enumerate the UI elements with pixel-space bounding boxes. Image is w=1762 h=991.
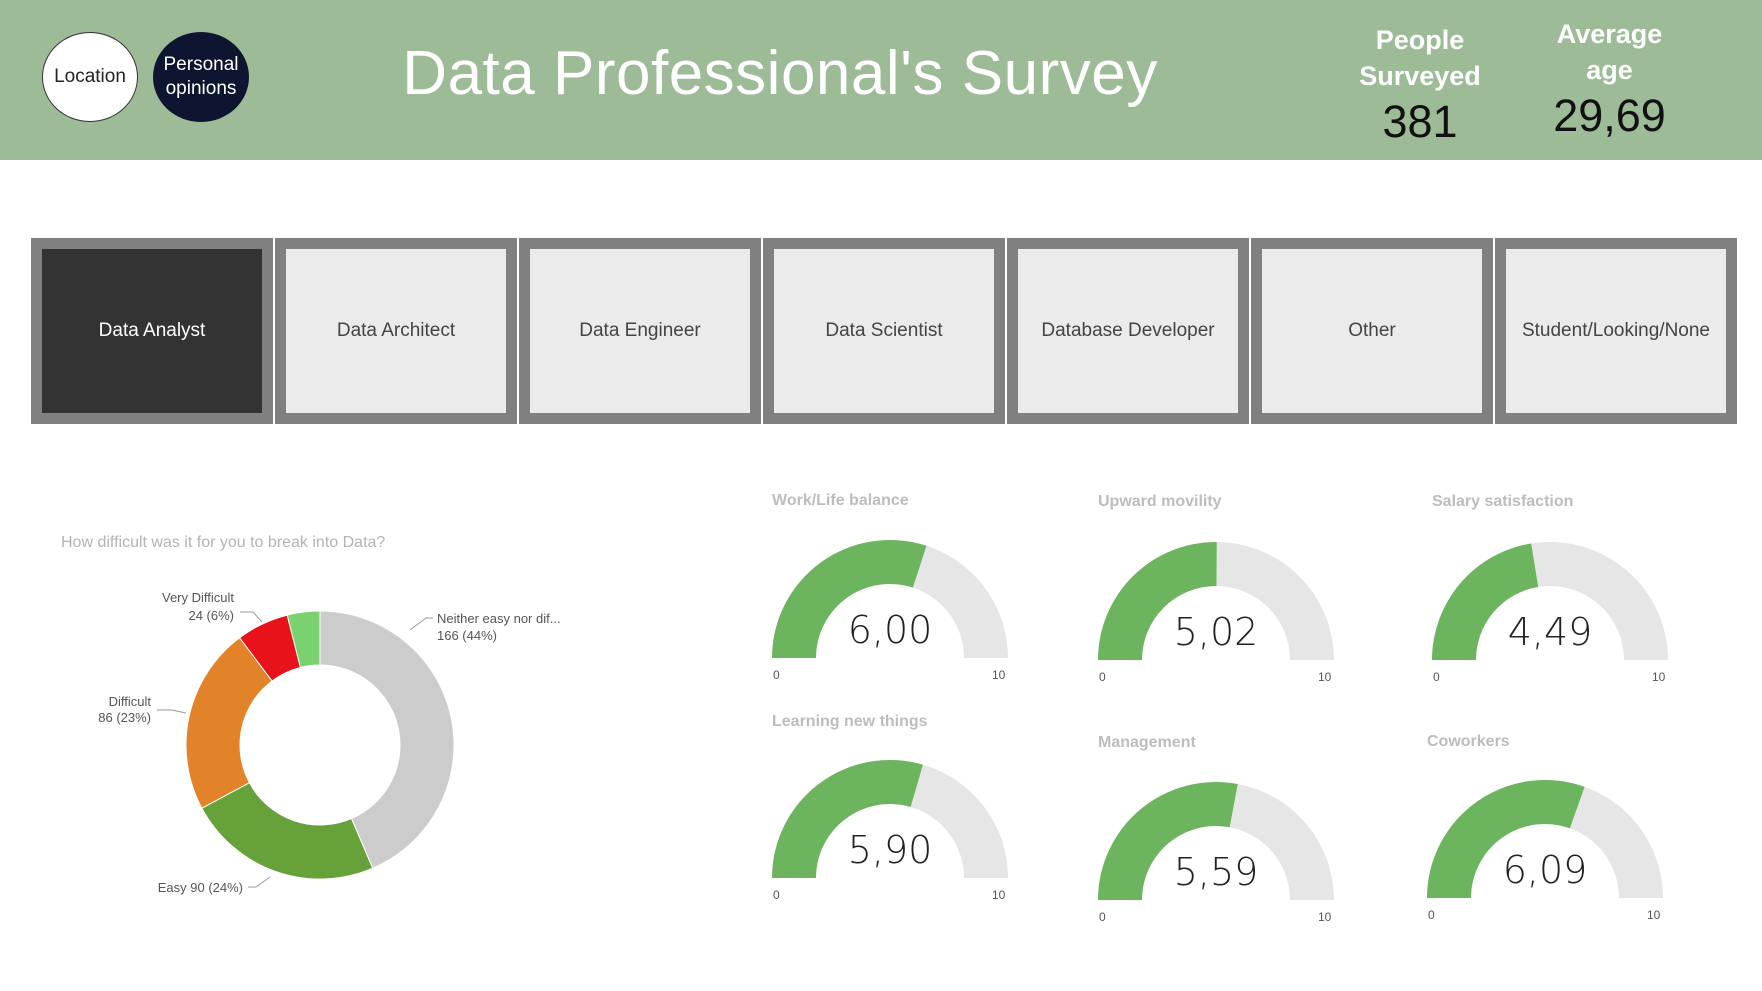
average-age-card: Average age 29,69 xyxy=(1532,16,1687,142)
gauge-value-upward-movility: 5,02 xyxy=(1173,610,1259,654)
gauge-value-coworkers: 6,09 xyxy=(1502,848,1588,892)
average-age-label: Average age xyxy=(1556,19,1663,85)
donut-data-label: Difficult xyxy=(109,694,152,709)
donut-data-sublabel: 86 (23%) xyxy=(98,710,151,725)
gauge-title-salary-satisfaction: Salary satisfaction xyxy=(1432,493,1574,510)
slicer-tile-student-looking-none[interactable]: Student/Looking/None xyxy=(1495,238,1737,424)
gauge-max-label: 10 xyxy=(992,888,1006,902)
gauge-min-label: 0 xyxy=(1099,670,1106,684)
gauge-title-upward-movility: Upward movility xyxy=(1098,493,1222,510)
gauge-min-label: 0 xyxy=(773,668,780,682)
donut-data-label: Neither easy nor dif... xyxy=(437,611,561,626)
slicer-tile-label: Data Analyst xyxy=(98,320,206,341)
gauge-min-label: 0 xyxy=(1099,910,1106,924)
gauge-title-management: Management xyxy=(1098,734,1196,751)
slicer-tile-label: Student/Looking/None xyxy=(1521,320,1711,341)
gauge-value-salary-satisfaction: 4,49 xyxy=(1507,610,1593,654)
gauge-max-label: 10 xyxy=(1318,670,1332,684)
page-title: Data Professional's Survey xyxy=(402,39,1158,108)
slicer-tile-data-analyst[interactable]: Data Analyst xyxy=(31,238,273,424)
gauge-title-coworkers: Coworkers xyxy=(1427,733,1510,750)
gauge-title-work-life-balance: Work/Life balance xyxy=(772,492,909,509)
gauge-min-label: 0 xyxy=(1433,670,1440,684)
slicer-tile-label: Data Engineer xyxy=(579,320,701,341)
slicer-tile-data-engineer[interactable]: Data Engineer xyxy=(519,238,761,424)
slicer-tile-label: Data Architect xyxy=(336,320,456,341)
gauge-value-management: 5,59 xyxy=(1173,850,1259,894)
slicer-tile-label: Database Developer xyxy=(1041,320,1215,341)
gauge-min-label: 0 xyxy=(1428,908,1435,922)
average-age-value: 29,69 xyxy=(1553,90,1666,141)
gauge-value-learning-new-things: 5,90 xyxy=(847,828,933,872)
gauge-value-work-life-balance: 6,00 xyxy=(847,608,933,652)
donut-leader-line xyxy=(248,876,271,888)
donut-slice-easy[interactable] xyxy=(201,782,374,880)
gauge-max-label: 10 xyxy=(1318,910,1332,924)
slicer-tile-label: Data Scientist xyxy=(825,320,943,341)
donut-chart-title: How difficult was it for you to break in… xyxy=(61,534,386,551)
slicer-tile-other[interactable]: Other xyxy=(1251,238,1493,424)
difficulty-donut-chart: Neither easy nor dif... 166 (44%) Easy 90 … xyxy=(98,590,561,895)
location-nav-button[interactable]: Location xyxy=(42,32,138,122)
donut-data-sublabel: 166 (44%) xyxy=(437,628,497,643)
gauge-title-learning-new-things: Learning new things xyxy=(772,713,928,730)
donut-leader-line xyxy=(157,709,187,714)
donut-data-sublabel: 24 (6%) xyxy=(188,608,234,623)
gauge-max-label: 10 xyxy=(992,668,1006,682)
slicer-tile-data-scientist[interactable]: Data Scientist xyxy=(763,238,1005,424)
slicer-tile-label: Other xyxy=(1348,320,1396,341)
gauge-max-label: 10 xyxy=(1647,908,1661,922)
header-banner: Location Personal opinions Data Professi… xyxy=(0,0,1762,160)
personal-opinions-nav-button[interactable]: Personal opinions xyxy=(153,32,249,122)
personal-opinions-nav-label: Personal opinions xyxy=(163,54,239,99)
donut-data-label: Easy 90 (24%) xyxy=(158,880,243,895)
donut-data-label: Very Difficult xyxy=(162,590,234,605)
people-surveyed-card: People Surveyed 381 xyxy=(1340,22,1500,148)
location-nav-label: Location xyxy=(54,66,126,87)
donut-leader-line xyxy=(240,611,263,623)
people-surveyed-value: 381 xyxy=(1382,96,1458,147)
gauge-min-label: 0 xyxy=(773,888,780,902)
slicer-tile-database-developer[interactable]: Database Developer xyxy=(1007,238,1249,424)
slicer-tile-data-architect[interactable]: Data Architect xyxy=(275,238,517,424)
people-surveyed-label: People Surveyed xyxy=(1359,25,1481,91)
donut-leader-line xyxy=(409,617,433,631)
gauge-max-label: 10 xyxy=(1652,670,1666,684)
